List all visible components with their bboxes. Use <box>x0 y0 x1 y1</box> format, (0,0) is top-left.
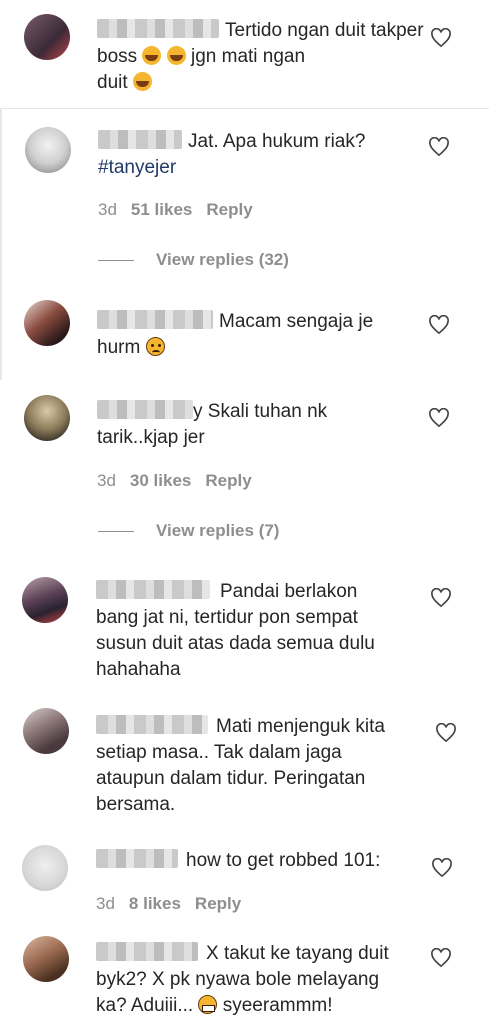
username-blurred[interactable] <box>96 715 208 734</box>
comment-body: syeerammm! <box>222 995 333 1016</box>
heart-outline-icon[interactable] <box>428 408 450 428</box>
likes-count[interactable]: 51 likes <box>131 200 192 219</box>
comment-body: setiap masa.. Tak dalam jaga <box>96 742 342 763</box>
avatar[interactable] <box>23 708 69 754</box>
avatar[interactable] <box>24 14 70 60</box>
comment-text: Jat. Apa hukum riak? #tanyejer <box>98 129 418 181</box>
comment-body: Jat. Apa hukum riak? <box>188 131 366 152</box>
comment-time: 3d <box>98 200 117 219</box>
laughing-emoji <box>142 46 162 65</box>
heart-outline-icon[interactable] <box>430 948 452 968</box>
comment-body: Skali tuhan nk <box>207 401 328 422</box>
heart-outline-icon[interactable] <box>428 137 450 157</box>
avatar[interactable] <box>22 577 68 623</box>
heart-outline-icon[interactable] <box>435 723 457 743</box>
comment-body: byk2? X pk nyawa bole melayang <box>96 969 380 990</box>
comment-body: hurm <box>97 337 141 358</box>
avatar[interactable] <box>24 300 70 346</box>
laughing-emoji <box>132 72 152 91</box>
comment-text: Tertido ngan duit takper boss jgn mati n… <box>97 18 427 96</box>
comment-text: X takut ke tayang duit byk2? X pk nyawa … <box>96 941 426 1019</box>
comment-text: Mati menjenguk kita setiap masa.. Tak da… <box>96 714 426 818</box>
comment-body: susun duit atas dada semua dulu <box>96 633 375 654</box>
comment-body: Pandai berlakon <box>220 581 358 602</box>
comment-meta: 3d 30 likes Reply <box>97 471 266 491</box>
worried-emoji <box>145 337 165 356</box>
comment-body: ataupun dalam tidur. Peringatan <box>96 768 366 789</box>
username-blurred[interactable] <box>97 19 219 38</box>
comment-body: Mati menjenguk kita <box>216 716 385 737</box>
comment-body: duit <box>97 72 128 93</box>
comment-body: how to get robbed 101: <box>186 850 381 871</box>
grimace-emoji <box>198 995 218 1014</box>
heart-outline-icon[interactable] <box>428 315 450 335</box>
heart-outline-icon[interactable] <box>430 28 452 48</box>
comment-body: hahahaha <box>96 659 181 680</box>
comment-text: how to get robbed 101: <box>96 848 426 874</box>
username-blurred[interactable] <box>97 310 213 329</box>
likes-count[interactable]: 30 likes <box>130 471 191 490</box>
reply-button[interactable]: Reply <box>195 894 241 913</box>
divider <box>0 108 489 109</box>
username-blurred[interactable] <box>97 400 193 419</box>
username-tail: y <box>193 401 203 422</box>
view-replies-label: View replies (7) <box>156 521 280 540</box>
comment-text: y Skali tuhan nk tarik..kjap jer <box>97 399 417 451</box>
comment-time: 3d <box>97 471 116 490</box>
laughing-emoji <box>166 46 186 65</box>
comment-text: Macam sengaja je hurm <box>97 309 417 361</box>
heart-outline-icon[interactable] <box>430 588 452 608</box>
comment-meta: 3d 51 likes Reply <box>98 200 267 220</box>
hashtag-link[interactable]: #tanyejer <box>98 157 176 178</box>
comment-body: jgn mati ngan <box>190 46 306 67</box>
avatar[interactable] <box>24 395 70 441</box>
heart-outline-icon[interactable] <box>431 858 453 878</box>
comment-body: X takut ke tayang duit <box>206 943 389 964</box>
comment-body: bersama. <box>96 794 176 815</box>
view-replies-button[interactable]: View replies (7) <box>98 521 279 541</box>
likes-count[interactable]: 8 likes <box>129 894 181 913</box>
comment-time: 3d <box>96 894 115 913</box>
comment-body: ka? Aduiii... <box>96 995 194 1016</box>
avatar[interactable] <box>23 936 69 982</box>
comment-body: tarik..kjap jer <box>97 427 205 448</box>
username-blurred[interactable] <box>98 130 182 149</box>
comment-body: bang jat ni, tertidur pon sempat <box>96 607 358 628</box>
username-blurred[interactable] <box>96 849 178 868</box>
avatar[interactable] <box>25 127 71 173</box>
reply-button[interactable]: Reply <box>205 471 251 490</box>
username-blurred[interactable] <box>96 942 198 961</box>
avatar[interactable] <box>22 845 68 891</box>
comment-body: Macam sengaja je <box>219 311 374 332</box>
view-replies-label: View replies (32) <box>156 250 289 269</box>
reply-thread-line <box>0 108 2 380</box>
comment-meta: 3d 8 likes Reply <box>96 894 255 914</box>
comment-text: Pandai berlakon bang jat ni, tertidur po… <box>96 579 426 683</box>
reply-button[interactable]: Reply <box>206 200 252 219</box>
view-replies-button[interactable]: View replies (32) <box>98 250 289 270</box>
username-blurred[interactable] <box>96 580 210 599</box>
